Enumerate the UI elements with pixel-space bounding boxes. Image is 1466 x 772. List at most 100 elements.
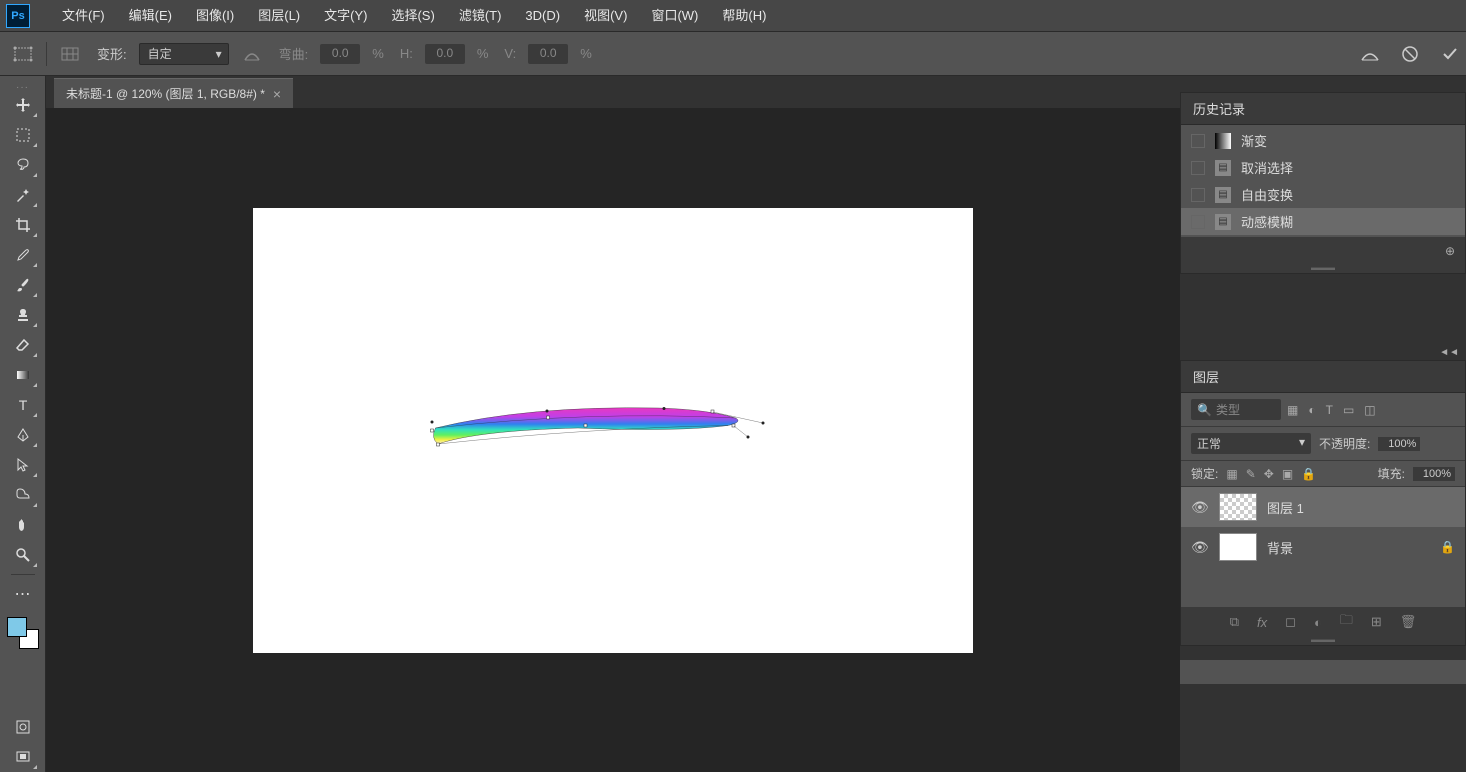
document-tab[interactable]: 未标题-1 @ 120% (图层 1, RGB/8#) * × xyxy=(54,78,293,108)
move-tool[interactable] xyxy=(7,91,39,119)
layer-thumbnail[interactable] xyxy=(1219,533,1257,561)
menu-file[interactable]: 文件(F) xyxy=(50,0,117,32)
pen-tool[interactable] xyxy=(7,421,39,449)
wand-tool[interactable] xyxy=(7,181,39,209)
close-tab-icon[interactable]: × xyxy=(273,86,281,102)
filter-adjust-icon[interactable]: ◐ xyxy=(1308,403,1315,417)
group-icon[interactable]: 🗀 xyxy=(1340,611,1353,633)
panel-resize-handle[interactable]: ▬▬▬ xyxy=(1181,637,1465,645)
menubar: Ps 文件(F) 编辑(E) 图像(I) 图层(L) 文字(Y) 选择(S) 滤… xyxy=(0,0,1466,32)
delete-layer-icon[interactable]: 🗑 xyxy=(1400,614,1417,630)
history-item-deselect[interactable]: ▤ 取消选择 xyxy=(1181,154,1465,181)
link-layers-icon[interactable]: ⧉ xyxy=(1230,614,1239,630)
lock-paint-icon[interactable]: ✎ xyxy=(1246,467,1256,481)
canvas[interactable] xyxy=(253,208,973,653)
history-item-label: 动感模糊 xyxy=(1241,212,1293,231)
eraser-tool[interactable] xyxy=(7,331,39,359)
layer-item-1[interactable]: 👁 图层 1 xyxy=(1181,487,1465,527)
edit-toolbar-button[interactable]: ⋯ xyxy=(7,580,39,608)
menu-filter[interactable]: 滤镜(T) xyxy=(447,0,514,32)
panel-resize-handle[interactable]: ▬▬▬ xyxy=(1181,265,1465,273)
fill-input[interactable]: 100% xyxy=(1413,467,1455,481)
menu-edit[interactable]: 编辑(E) xyxy=(117,0,184,32)
zoom-tool[interactable] xyxy=(7,541,39,569)
history-item-gradient[interactable]: 渐变 xyxy=(1181,127,1465,154)
menu-image[interactable]: 图像(I) xyxy=(184,0,246,32)
history-checkbox[interactable] xyxy=(1191,188,1205,202)
blend-mode-select[interactable]: 正常 xyxy=(1191,433,1311,454)
v-input[interactable]: 0.0 xyxy=(528,44,568,64)
menu-view[interactable]: 视图(V) xyxy=(572,0,639,32)
visibility-icon[interactable]: 👁 xyxy=(1191,539,1209,556)
layer-item-background[interactable]: 👁 背景 🔒 xyxy=(1181,527,1465,567)
history-item-freetransform[interactable]: ▤ 自由变换 xyxy=(1181,181,1465,208)
lock-all-icon[interactable]: 🔒 xyxy=(1301,467,1316,481)
v-label: V: xyxy=(500,46,520,61)
h-input[interactable]: 0.0 xyxy=(425,44,465,64)
filter-type-icon[interactable]: T xyxy=(1326,403,1333,417)
commit-transform-button[interactable] xyxy=(1434,40,1466,68)
shape-tool[interactable] xyxy=(7,481,39,509)
visibility-icon[interactable]: 👁 xyxy=(1191,499,1209,516)
screenmode-tool[interactable] xyxy=(7,743,39,771)
stamp-tool[interactable] xyxy=(7,301,39,329)
layer-name[interactable]: 图层 1 xyxy=(1267,498,1455,517)
eyedropper-tool[interactable] xyxy=(7,241,39,269)
path-select-tool[interactable] xyxy=(7,451,39,479)
menu-help[interactable]: 帮助(H) xyxy=(710,0,778,32)
lock-transparency-icon[interactable]: ▦ xyxy=(1226,467,1237,481)
opacity-input[interactable]: 100% xyxy=(1378,437,1420,451)
transform-mode-select[interactable]: 自定 xyxy=(139,43,229,65)
lasso-tool[interactable] xyxy=(7,151,39,179)
adjustment-layer-icon[interactable]: ◐ xyxy=(1314,615,1322,630)
layer-name[interactable]: 背景 xyxy=(1267,538,1430,557)
menu-window[interactable]: 窗口(W) xyxy=(639,0,710,32)
marquee-tool[interactable] xyxy=(7,121,39,149)
filter-smart-icon[interactable]: ◫ xyxy=(1364,403,1375,417)
lock-position-icon[interactable]: ✥ xyxy=(1264,467,1274,481)
toolbar-handle[interactable] xyxy=(8,82,38,88)
fill-label: 填充: xyxy=(1378,465,1405,482)
lock-artboard-icon[interactable]: ▣ xyxy=(1282,467,1293,481)
switch-warp-icon[interactable] xyxy=(1354,40,1386,68)
document-icon: ▤ xyxy=(1215,187,1231,203)
crop-tool[interactable] xyxy=(7,211,39,239)
bend-input[interactable]: 0.0 xyxy=(320,44,360,64)
hand-tool[interactable] xyxy=(7,511,39,539)
history-item-motionblur[interactable]: ▤ 动感模糊 xyxy=(1181,208,1465,235)
orientation-icon[interactable] xyxy=(237,40,267,68)
layer-style-icon[interactable]: fx xyxy=(1257,615,1267,630)
collapse-icon[interactable]: ◄◄ xyxy=(1439,347,1459,358)
new-snapshot-icon[interactable]: ⊕ xyxy=(1445,244,1455,258)
layer-mask-icon[interactable]: ◻ xyxy=(1285,614,1296,630)
collapsed-panel[interactable] xyxy=(1180,660,1466,684)
lock-icon: 🔒 xyxy=(1440,540,1455,554)
warp-grid-icon[interactable] xyxy=(55,40,85,68)
type-tool[interactable]: T xyxy=(7,391,39,419)
menu-type[interactable]: 文字(Y) xyxy=(312,0,379,32)
menu-select[interactable]: 选择(S) xyxy=(379,0,446,32)
new-layer-icon[interactable]: ⊞ xyxy=(1371,614,1382,630)
filter-pixel-icon[interactable]: ▦ xyxy=(1287,403,1298,417)
document-icon: ▤ xyxy=(1215,214,1231,230)
history-item-label: 渐变 xyxy=(1241,131,1267,150)
layer-thumbnail[interactable] xyxy=(1219,493,1257,521)
brush-tool[interactable] xyxy=(7,271,39,299)
menu-layer[interactable]: 图层(L) xyxy=(246,0,312,32)
layer-filter-select[interactable]: 🔍 类型 xyxy=(1191,399,1281,420)
quickmask-tool[interactable] xyxy=(7,713,39,741)
color-swatch[interactable] xyxy=(7,617,39,649)
menu-3d[interactable]: 3D(D) xyxy=(513,0,572,32)
history-checkbox[interactable] xyxy=(1191,215,1205,229)
history-checkbox[interactable] xyxy=(1191,161,1205,175)
canvas-area[interactable] xyxy=(46,108,1180,772)
layers-panel-title[interactable]: 图层 xyxy=(1181,361,1465,393)
warped-gradient-object[interactable] xyxy=(268,408,908,448)
cancel-transform-button[interactable] xyxy=(1394,40,1426,68)
foreground-color[interactable] xyxy=(7,617,27,637)
gradient-tool[interactable] xyxy=(7,361,39,389)
search-icon: 🔍 xyxy=(1197,403,1212,417)
history-checkbox[interactable] xyxy=(1191,134,1205,148)
history-panel-title[interactable]: 历史记录 xyxy=(1181,93,1465,125)
filter-shape-icon[interactable]: ▭ xyxy=(1343,403,1354,417)
